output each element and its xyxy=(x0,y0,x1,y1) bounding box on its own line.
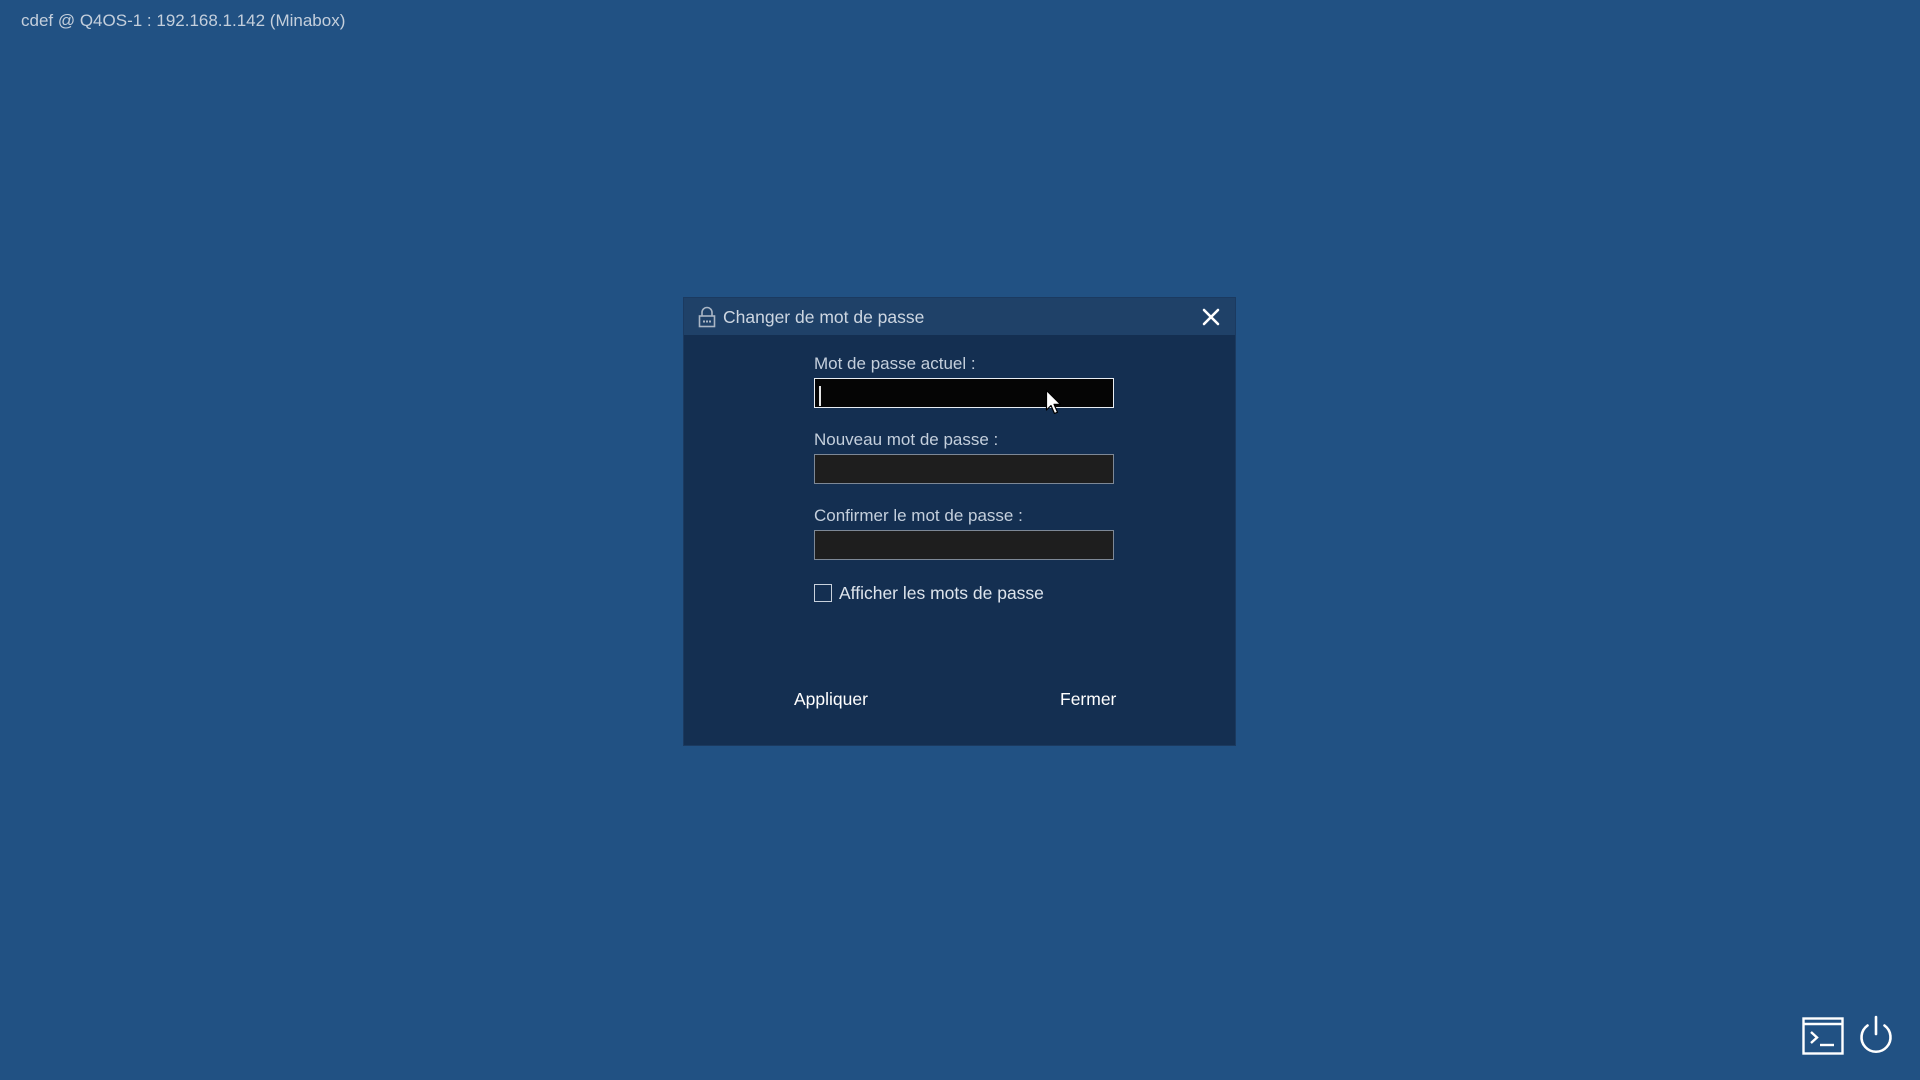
show-passwords-checkbox[interactable] xyxy=(814,584,832,602)
mouse-cursor-icon xyxy=(1045,389,1062,415)
confirm-password-label: Confirmer le mot de passe : xyxy=(814,506,1023,525)
new-password-label: Nouveau mot de passe : xyxy=(814,430,999,449)
dialog-title: Changer de mot de passe xyxy=(723,307,925,327)
close-icon[interactable] xyxy=(1199,305,1223,329)
confirm-password-field[interactable] xyxy=(814,530,1114,560)
current-password-field[interactable] xyxy=(814,378,1114,408)
terminal-icon[interactable] xyxy=(1802,1017,1844,1055)
apply-button[interactable]: Appliquer xyxy=(794,689,868,710)
dialog-titlebar[interactable]: Changer de mot de passe xyxy=(684,298,1235,335)
new-password-field[interactable] xyxy=(814,454,1114,484)
lock-icon xyxy=(698,306,716,328)
change-password-dialog: Changer de mot de passe Mot de passe act… xyxy=(684,298,1235,745)
text-caret xyxy=(819,386,821,406)
show-passwords-label[interactable]: Afficher les mots de passe xyxy=(839,583,1044,604)
current-password-label: Mot de passe actuel : xyxy=(814,354,976,373)
close-button[interactable]: Fermer xyxy=(1060,689,1116,710)
power-icon[interactable] xyxy=(1856,1014,1896,1056)
session-label: cdef @ Q4OS-1 : 192.168.1.142 (Minabox) xyxy=(21,11,346,30)
